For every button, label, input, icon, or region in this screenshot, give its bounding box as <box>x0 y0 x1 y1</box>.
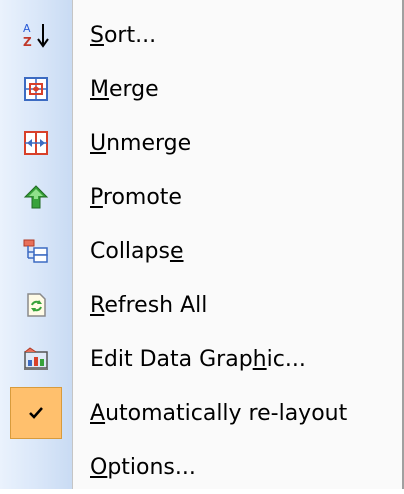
menu-item-label: Sort... <box>90 22 157 48</box>
menu-item-unmerge[interactable]: Unmerge <box>0 116 402 170</box>
sort-az-icon: A Z <box>0 8 72 62</box>
unmerge-icon <box>0 116 72 170</box>
data-graphic-icon <box>0 332 72 386</box>
empty-icon-cell <box>0 440 72 494</box>
menu-item-label: Unmerge <box>90 130 192 156</box>
promote-arrow-icon <box>0 170 72 224</box>
menu-item-options[interactable]: Options... <box>0 440 402 494</box>
menu-item-label: Options... <box>90 454 196 480</box>
merge-icon <box>0 62 72 116</box>
menu-item-promote[interactable]: Promote <box>0 170 402 224</box>
menu-item-label: Merge <box>90 76 159 102</box>
menu-item-label: Collapse <box>90 238 184 264</box>
svg-text:A: A <box>23 22 31 35</box>
menu-item-label: Edit Data Graphic... <box>90 346 306 372</box>
menu-item-edit-data-graphic[interactable]: Edit Data Graphic... <box>0 332 402 386</box>
check-cell <box>0 386 72 440</box>
menu-items: A Z Sort... Merge Unmerge Promote Collap… <box>0 8 402 494</box>
checkmark-icon <box>10 387 62 439</box>
refresh-icon <box>0 278 72 332</box>
menu-item-automatically-relayout[interactable]: Automatically re-layout <box>0 386 402 440</box>
menu-item-refresh-all[interactable]: Refresh All <box>0 278 402 332</box>
collapse-icon <box>0 224 72 278</box>
menu-item-label: Automatically re-layout <box>90 400 348 426</box>
menu-item-sort[interactable]: A Z Sort... <box>0 8 402 62</box>
context-menu: A Z Sort... Merge Unmerge Promote Collap… <box>0 0 404 489</box>
menu-item-merge[interactable]: Merge <box>0 62 402 116</box>
menu-item-collapse[interactable]: Collapse <box>0 224 402 278</box>
svg-text:Z: Z <box>23 35 32 49</box>
menu-item-label: Promote <box>90 184 182 210</box>
menu-item-label: Refresh All <box>90 292 208 318</box>
